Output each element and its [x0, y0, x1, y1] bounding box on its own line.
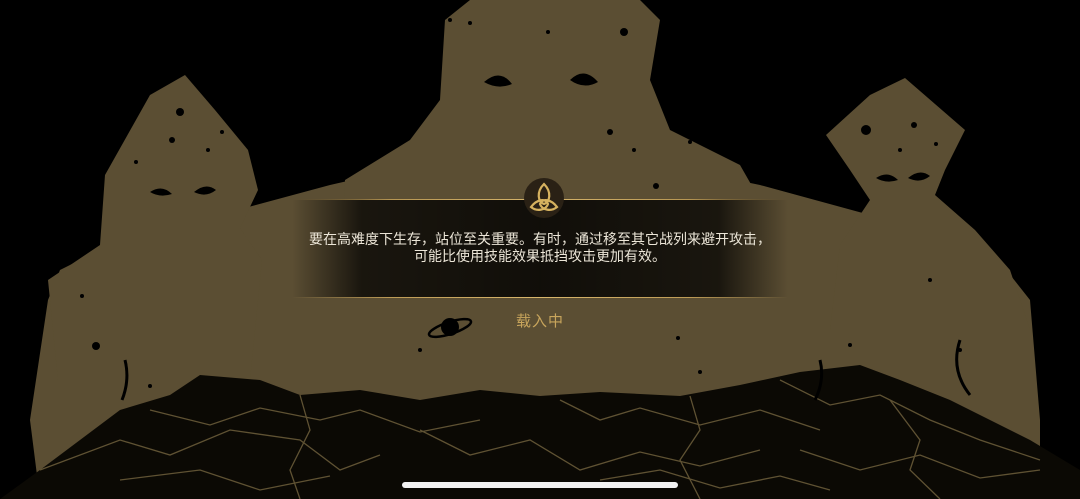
loading-tip-text: 要在高难度下生存，站位至关重要。有时，通过移至其它战列来避开攻击，可能比使用技能… — [309, 232, 771, 265]
loading-label: 载入中 — [515, 312, 564, 330]
home-indicator[interactable] — [402, 482, 678, 488]
ringed-planet-icon — [418, 308, 482, 348]
tip-panel-bottom-border — [292, 297, 788, 298]
triquetra-icon — [524, 178, 564, 218]
